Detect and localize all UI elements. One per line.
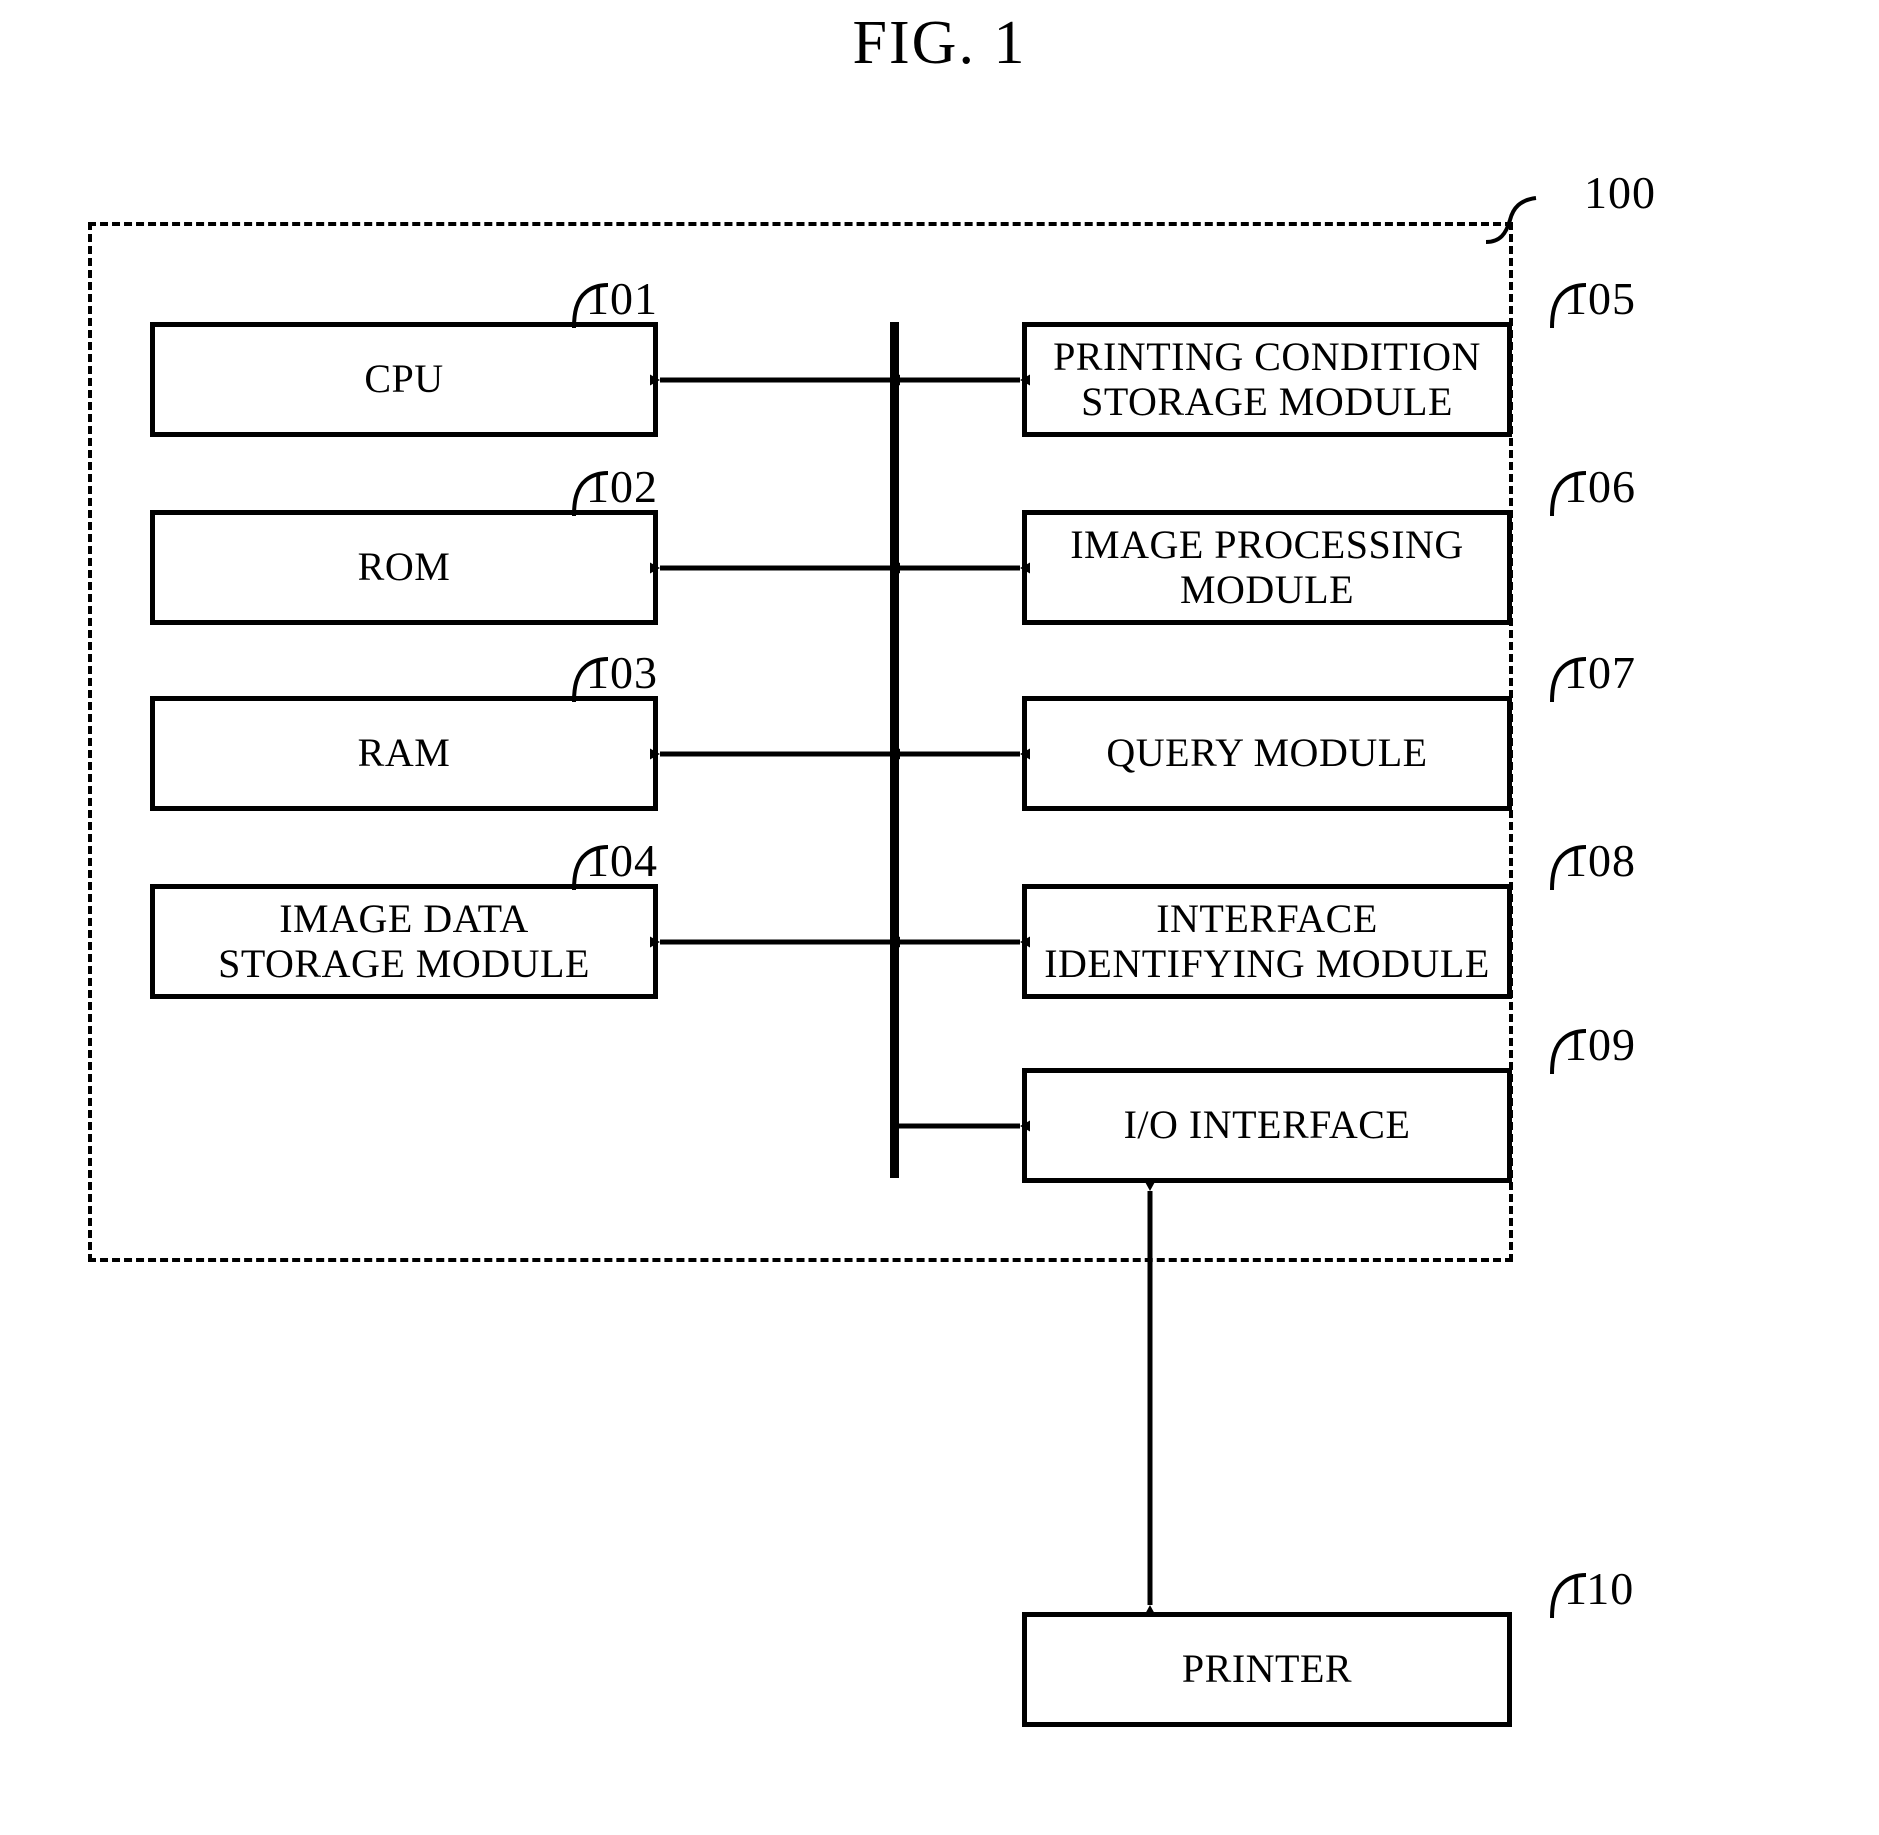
reference-numeral-110: 110 — [1564, 1563, 1635, 1614]
box-cpu[interactable]: CPU — [150, 322, 658, 437]
reference-numeral-109: 109 — [1564, 1019, 1636, 1070]
box-printer-label: PRINTER — [1181, 1646, 1353, 1692]
reference-numeral-104: 104 — [586, 835, 658, 886]
reference-numeral-102: 102 — [586, 461, 658, 512]
box-interface-identifying-label: INTERFACE IDENTIFYING MODULE — [1044, 895, 1490, 986]
box-rom-label: ROM — [357, 544, 451, 590]
box-image-data-storage-label: IMAGE DATA STORAGE MODULE — [218, 895, 590, 986]
system-bus — [890, 322, 899, 1178]
box-io-interface[interactable]: I/O INTERFACE — [1022, 1068, 1512, 1183]
reference-numeral-103: 103 — [586, 647, 658, 698]
box-ram-label: RAM — [357, 730, 451, 776]
box-printing-condition-storage[interactable]: PRINTING CONDITION STORAGE MODULE — [1022, 322, 1512, 437]
reference-numeral-101: 101 — [586, 273, 658, 324]
box-io-interface-label: I/O INTERFACE — [1123, 1102, 1411, 1148]
box-image-data-storage[interactable]: IMAGE DATA STORAGE MODULE — [150, 884, 658, 999]
box-interface-identifying[interactable]: INTERFACE IDENTIFYING MODULE — [1022, 884, 1512, 999]
box-image-processing[interactable]: IMAGE PROCESSING MODULE — [1022, 510, 1512, 625]
box-printer[interactable]: PRINTER — [1022, 1612, 1512, 1727]
reference-numeral-100: 100 — [1584, 167, 1656, 218]
box-query-label: QUERY MODULE — [1106, 730, 1428, 776]
reference-numeral-105: 105 — [1564, 273, 1636, 324]
box-ram[interactable]: RAM — [150, 696, 658, 811]
box-query[interactable]: QUERY MODULE — [1022, 696, 1512, 811]
figure-page: FIG. 1 100 CPU 101 ROM 102 RAM 103 IMAGE… — [0, 0, 1879, 1835]
box-rom[interactable]: ROM — [150, 510, 658, 625]
box-image-processing-label: IMAGE PROCESSING MODULE — [1070, 521, 1464, 612]
reference-numeral-107: 107 — [1564, 647, 1636, 698]
figure-title: FIG. 1 — [852, 9, 1027, 77]
box-cpu-label: CPU — [364, 356, 444, 402]
box-printing-condition-storage-label: PRINTING CONDITION STORAGE MODULE — [1053, 333, 1481, 424]
reference-numeral-108: 108 — [1564, 835, 1636, 886]
reference-numeral-106: 106 — [1564, 461, 1636, 512]
